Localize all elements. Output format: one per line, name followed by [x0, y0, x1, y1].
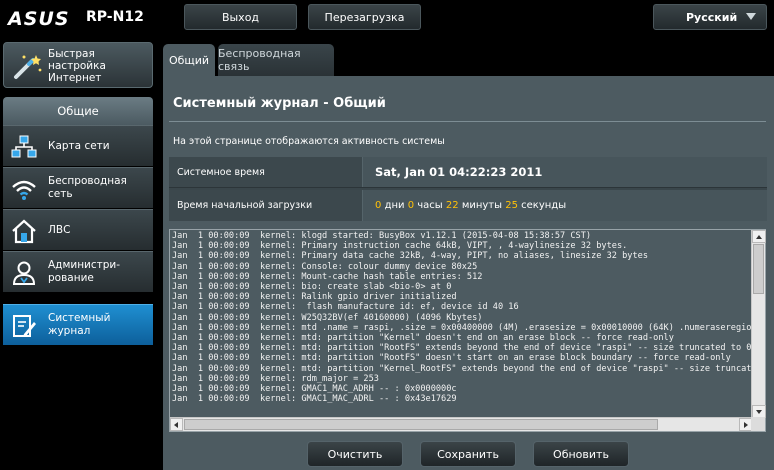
wireless-icon	[12, 180, 36, 200]
magic-wand-icon	[14, 55, 42, 79]
arrow-up-icon	[756, 235, 762, 239]
asus-logo: ASUS	[8, 8, 70, 30]
log-line: Jan 1 00:00:09 kernel: Console: colour d…	[172, 261, 478, 272]
log-line: Jan 1 00:00:09 kernel: mtd: partition "R…	[172, 353, 731, 364]
refresh-button[interactable]: Обновить	[533, 441, 629, 467]
page-description: На этой странице отображаются активность…	[173, 136, 445, 147]
arrow-down-icon	[756, 410, 762, 414]
log-line: Jan 1 00:00:09 kernel: mtd: partition "R…	[172, 343, 752, 354]
admin-user-icon	[12, 261, 36, 285]
uptime-hours: 0	[407, 200, 415, 211]
log-line: Jan 1 00:00:09 kernel: mtd .name = raspi…	[172, 322, 752, 333]
sidebar-item-label: Беспроводная	[48, 175, 127, 187]
clear-button[interactable]: Очистить	[307, 441, 403, 467]
horizontal-scrollbar[interactable]	[170, 417, 752, 431]
sidebar-item-label-2: рование	[48, 272, 94, 284]
sidebar-item-label: Администри-	[48, 259, 121, 271]
log-textarea[interactable]: Jan 1 00:00:09 kernel: klogd started: Bu…	[169, 229, 766, 432]
log-line: Jan 1 00:00:09 kernel: flash manufacture…	[172, 302, 519, 313]
section-general: Общие	[3, 97, 153, 125]
log-line: Jan 1 00:00:09 kernel: rdm_major = 253	[172, 373, 379, 384]
log-line: Jan 1 00:00:09 kernel: mtd: partition "K…	[172, 363, 752, 374]
log-line: Jan 1 00:00:09 kernel: mtd: partition "K…	[172, 333, 674, 344]
page-title: Системный журнал - Общий	[173, 96, 386, 111]
language-select[interactable]: Русский	[653, 4, 767, 30]
uptime-seconds-unit: секунды	[521, 200, 567, 211]
sidebar-item-network-map[interactable]: Карта сети	[3, 125, 153, 166]
network-map-icon	[11, 135, 37, 158]
system-time-label: Системное время	[169, 157, 363, 187]
sidebar-item-lan[interactable]: ЛВС	[3, 209, 153, 250]
table-row: Системное время Sat, Jan 01 04:22:23 201…	[169, 157, 767, 188]
reboot-button[interactable]: Перезагрузка	[308, 4, 421, 30]
log-line: Jan 1 00:00:09 kernel: W25Q32BV(ef 40160…	[172, 312, 483, 323]
vertical-scroll-thumb[interactable]	[753, 244, 764, 294]
scrollbar-corner	[751, 417, 765, 431]
sidebar: Быстрая настройка Интернет Общие Карта с…	[0, 40, 155, 470]
model-name: RP-N12	[86, 9, 144, 25]
sidebar-item-label-2: сеть	[48, 188, 73, 200]
log-line: Jan 1 00:00:09 kernel: GMAC1_MAC_ADRH --…	[172, 384, 457, 395]
system-log-icon	[13, 315, 36, 337]
uptime-minutes: 22	[445, 200, 459, 211]
top-bar: ASUS RP-N12 Выход Перезагрузка Русский	[0, 0, 774, 36]
chevron-down-icon	[746, 13, 756, 20]
log-line: Jan 1 00:00:09 kernel: klogd started: Bu…	[172, 231, 592, 241]
uptime-minutes-unit: минуты	[461, 200, 503, 211]
quick-setup-button[interactable]: Быстрая настройка Интернет	[3, 42, 153, 88]
log-line: Jan 1 00:00:09 kernel: Primary data cach…	[172, 251, 648, 262]
uptime-days: 0	[375, 200, 382, 211]
scroll-up-button[interactable]	[752, 230, 766, 243]
lan-home-icon	[12, 219, 36, 244]
save-button[interactable]: Сохранить	[420, 441, 516, 467]
arrow-right-icon	[744, 422, 748, 428]
quick-setup-label-2: настройка	[48, 60, 106, 72]
log-content[interactable]: Jan 1 00:00:09 kernel: klogd started: Bu…	[170, 230, 752, 418]
log-line: Jan 1 00:00:09 kernel: bio: create slab …	[172, 282, 452, 293]
uptime-value: 0 дни 0 часы 22 минуты 25 секунды	[363, 190, 767, 221]
sidebar-item-administration[interactable]: Администри- рование	[3, 251, 153, 292]
uptime-label: Время начальной загрузки	[169, 190, 363, 221]
table-row: Время начальной загрузки 0 дни 0 часы 22…	[169, 190, 767, 221]
uptime-seconds: 25	[505, 200, 518, 211]
arrow-left-icon	[174, 422, 178, 428]
main-panel: Системный журнал - Общий На этой страниц…	[163, 76, 774, 470]
system-time-value: Sat, Jan 01 04:22:23 2011	[375, 165, 543, 179]
log-line: Jan 1 00:00:09 kernel: Mount-cache hash …	[172, 271, 483, 282]
quick-setup-label-3: Интернет	[48, 72, 102, 84]
log-line: Jan 1 00:00:09 kernel: Ralink gpio drive…	[172, 292, 457, 303]
uptime-days-unit: дни	[384, 200, 405, 211]
vertical-scrollbar[interactable]	[751, 230, 766, 418]
title-divider	[169, 121, 766, 122]
horizontal-scroll-thumb[interactable]	[184, 419, 658, 430]
scroll-left-button[interactable]	[170, 418, 183, 431]
sidebar-item-label: Карта сети	[48, 139, 110, 152]
sidebar-item-label: ЛВС	[48, 223, 71, 236]
tab-general[interactable]: Общий	[163, 44, 215, 76]
language-label: Русский	[686, 10, 738, 24]
log-line: Jan 1 00:00:09 kernel: Primary instructi…	[172, 241, 628, 252]
sidebar-item-wireless[interactable]: Беспроводная сеть	[3, 167, 153, 208]
sidebar-item-system-log[interactable]: Системный журнал	[3, 304, 153, 345]
log-line: Jan 1 00:00:09 kernel: GMAC1_MAC_ADRL --…	[172, 394, 457, 405]
info-table: Системное время Sat, Jan 01 04:22:23 201…	[169, 157, 767, 221]
sidebar-item-label: Системный журнал	[48, 312, 111, 337]
tab-wireless[interactable]: Беспроводная связь	[218, 44, 334, 76]
logout-button[interactable]: Выход	[184, 4, 297, 30]
quick-setup-label-1: Быстрая	[48, 48, 95, 60]
uptime-hours-unit: часы	[417, 200, 443, 211]
